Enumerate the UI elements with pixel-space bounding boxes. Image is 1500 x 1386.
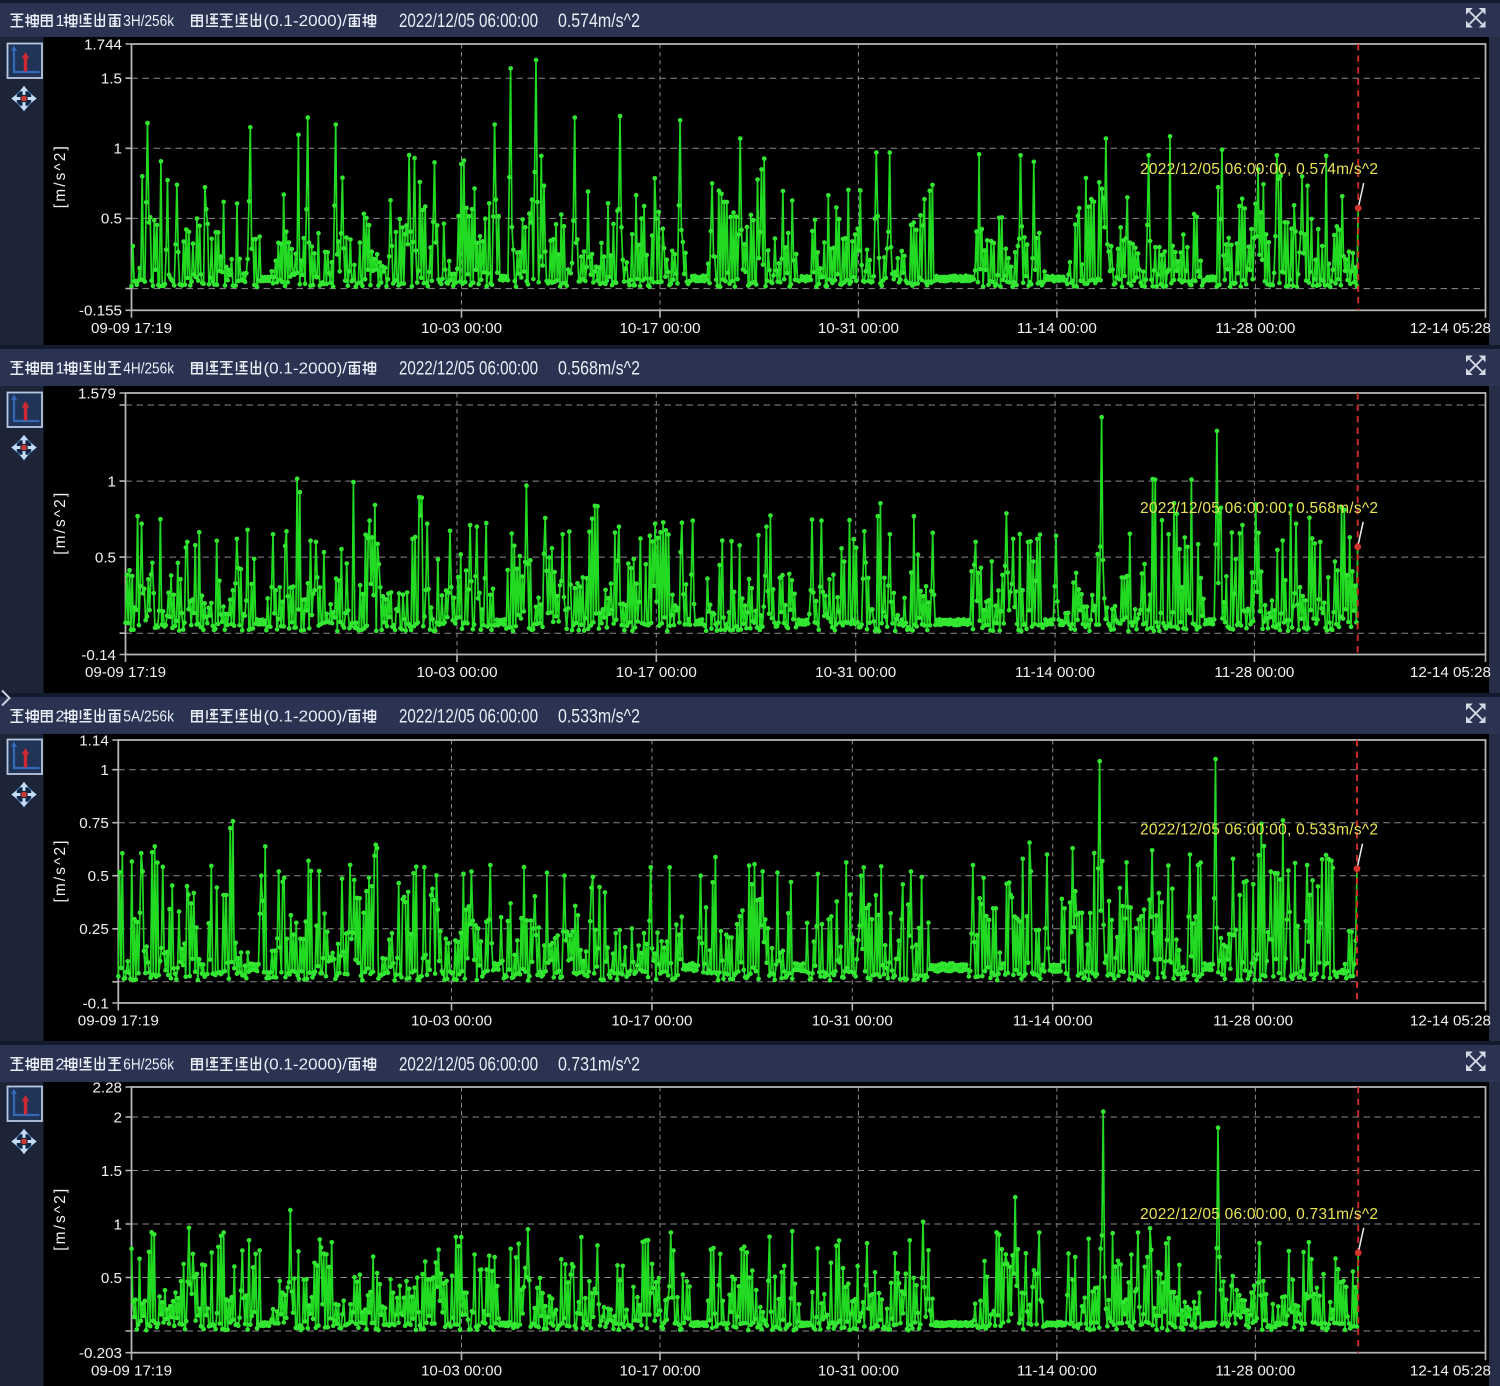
svg-text:10-31 00:00: 10-31 00:00 <box>818 1362 899 1379</box>
svg-text:(0.1-2000)/: (0.1-2000)/ <box>264 709 348 726</box>
svg-text:1: 1 <box>108 473 116 490</box>
svg-text:2: 2 <box>114 1109 122 1126</box>
svg-text:11-28 00:00: 11-28 00:00 <box>1215 1362 1295 1379</box>
svg-text:(0.1-2000)/: (0.1-2000)/ <box>264 13 348 30</box>
svg-text:2022/12/05 06:00:00: 2022/12/05 06:00:00 <box>399 359 538 380</box>
svg-text:4H/256k: 4H/256k <box>123 361 175 378</box>
svg-text:0.5: 0.5 <box>101 211 122 228</box>
svg-text:11-28 00:00: 11-28 00:00 <box>1214 664 1294 681</box>
svg-text:-0.155: -0.155 <box>79 303 122 320</box>
svg-text:1: 1 <box>114 141 122 158</box>
svg-text:10-17 00:00: 10-17 00:00 <box>611 1013 692 1030</box>
svg-text:(0.1-2000)/: (0.1-2000)/ <box>264 1057 348 1074</box>
svg-text:0.5: 0.5 <box>101 1270 122 1287</box>
svg-text:1.5: 1.5 <box>101 1163 122 1180</box>
svg-text:11-14 00:00: 11-14 00:00 <box>1015 664 1095 681</box>
svg-text:10-31 00:00: 10-31 00:00 <box>812 1013 893 1030</box>
svg-text:10-31 00:00: 10-31 00:00 <box>818 320 899 337</box>
svg-text:3H/256k: 3H/256k <box>123 13 175 30</box>
svg-text:10-03 00:00: 10-03 00:00 <box>421 1362 502 1379</box>
svg-text:09-09 17:19: 09-09 17:19 <box>91 1362 172 1379</box>
svg-text:1.14: 1.14 <box>79 732 109 749</box>
svg-text:0.5: 0.5 <box>88 868 109 885</box>
svg-text:(0.1-2000)/: (0.1-2000)/ <box>264 361 348 378</box>
svg-text:6H/256k: 6H/256k <box>123 1057 175 1074</box>
svg-text:0.75: 0.75 <box>79 815 109 832</box>
svg-text:10-03 00:00: 10-03 00:00 <box>421 320 502 337</box>
svg-text:2022/12/05 06:00:00: 2022/12/05 06:00:00 <box>399 707 538 728</box>
svg-text:2022/12/05 06:00:00, 0.731m/s^: 2022/12/05 06:00:00, 0.731m/s^2 <box>1140 1206 1378 1223</box>
svg-text:12-14 05:28: 12-14 05:28 <box>1410 664 1491 681</box>
svg-text:10-17 00:00: 10-17 00:00 <box>619 320 700 337</box>
svg-text:0.568m/s^2: 0.568m/s^2 <box>558 359 640 380</box>
svg-text:09-09 17:19: 09-09 17:19 <box>85 664 166 681</box>
svg-text:10-03 00:00: 10-03 00:00 <box>411 1013 492 1030</box>
svg-text:2: 2 <box>56 709 65 726</box>
svg-text:1.744: 1.744 <box>84 36 122 53</box>
svg-text:2: 2 <box>56 1057 65 1074</box>
svg-text:1: 1 <box>56 13 65 30</box>
svg-text:2022/12/05 06:00:00, 0.533m/s^: 2022/12/05 06:00:00, 0.533m/s^2 <box>1140 822 1378 839</box>
svg-text:0.25: 0.25 <box>79 921 109 938</box>
svg-text:11-28 00:00: 11-28 00:00 <box>1213 1013 1293 1030</box>
svg-text:12-14 05:28: 12-14 05:28 <box>1410 320 1491 337</box>
svg-text:0.574m/s^2: 0.574m/s^2 <box>558 11 640 32</box>
svg-text:[m/s^2]: [m/s^2] <box>52 841 69 903</box>
svg-text:0.5: 0.5 <box>95 549 116 566</box>
svg-text:12-14 05:28: 12-14 05:28 <box>1410 1013 1491 1030</box>
svg-text:2022/12/05 06:00:00: 2022/12/05 06:00:00 <box>399 11 538 32</box>
svg-text:1.579: 1.579 <box>78 385 116 402</box>
svg-text:[m/s^2]: [m/s^2] <box>52 1189 69 1251</box>
svg-text:11-14 00:00: 11-14 00:00 <box>1013 1013 1093 1030</box>
svg-text:10-31 00:00: 10-31 00:00 <box>815 664 896 681</box>
svg-text:-0.1: -0.1 <box>83 995 109 1012</box>
svg-text:11-14 00:00: 11-14 00:00 <box>1017 320 1097 337</box>
svg-text:2.28: 2.28 <box>92 1079 122 1096</box>
svg-text:2022/12/05 06:00:00: 2022/12/05 06:00:00 <box>399 1055 538 1076</box>
svg-text:1: 1 <box>114 1216 122 1233</box>
svg-text:5A/256k: 5A/256k <box>123 709 175 726</box>
svg-text:[m/s^2]: [m/s^2] <box>52 493 69 555</box>
svg-text:1: 1 <box>100 762 108 779</box>
svg-text:10-17 00:00: 10-17 00:00 <box>616 664 697 681</box>
svg-text:09-09 17:19: 09-09 17:19 <box>91 320 172 337</box>
svg-text:12-14 05:28: 12-14 05:28 <box>1410 1362 1491 1379</box>
svg-text:0.533m/s^2: 0.533m/s^2 <box>558 707 640 728</box>
svg-text:0.731m/s^2: 0.731m/s^2 <box>558 1055 640 1076</box>
svg-text:09-09 17:19: 09-09 17:19 <box>78 1013 159 1030</box>
svg-text:1.5: 1.5 <box>101 71 122 88</box>
svg-text:[m/s^2]: [m/s^2] <box>52 146 69 208</box>
svg-text:11-28 00:00: 11-28 00:00 <box>1215 320 1295 337</box>
svg-text:-0.14: -0.14 <box>81 647 116 664</box>
svg-text:10-17 00:00: 10-17 00:00 <box>619 1362 700 1379</box>
svg-text:2022/12/05 06:00:00, 0.568m/s^: 2022/12/05 06:00:00, 0.568m/s^2 <box>1140 500 1378 517</box>
svg-text:2022/12/05 06:00:00, 0.574m/s^: 2022/12/05 06:00:00, 0.574m/s^2 <box>1140 161 1378 178</box>
svg-text:11-14 00:00: 11-14 00:00 <box>1017 1362 1097 1379</box>
svg-text:10-03 00:00: 10-03 00:00 <box>416 664 497 681</box>
svg-text:-0.203: -0.203 <box>79 1345 122 1362</box>
svg-text:1: 1 <box>56 361 65 378</box>
